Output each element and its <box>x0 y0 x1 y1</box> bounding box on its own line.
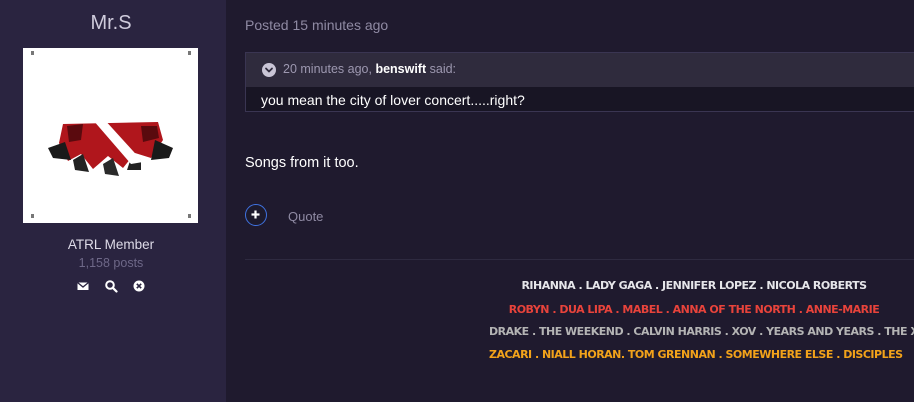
author-panel: Mr.S ATRL Member 1,158 posts <box>0 0 226 402</box>
plus-icon <box>251 210 260 219</box>
chevron-down-icon[interactable] <box>262 63 276 77</box>
quote-button[interactable]: Quote <box>288 209 323 224</box>
quote-block: 20 minutes ago, benswift said: you mean … <box>245 52 914 112</box>
post-count: 1,158 posts <box>78 256 144 270</box>
signature-line-2: ROBYN . DUA LIPA . MABEL . ANNA OF THE N… <box>508 303 880 316</box>
multiquote-button[interactable] <box>245 204 267 226</box>
author-actions <box>74 279 148 293</box>
author-name[interactable]: Mr.S <box>0 12 222 35</box>
quote-author[interactable]: benswift <box>375 62 426 76</box>
member-title: ATRL Member <box>67 237 155 252</box>
quote-said: said: <box>429 62 457 76</box>
signature-line-1: RIHANNA . LADY GAGA . JENNIFER LOPEZ . N… <box>521 279 867 292</box>
quote-time[interactable]: 20 minutes ago, <box>283 62 372 76</box>
signature-line-3: DRAKE . THE WEEKEND . CALVIN HARRIS . XO… <box>489 325 914 338</box>
avatar[interactable] <box>23 48 198 223</box>
quote-header: 20 minutes ago, benswift said: <box>246 53 914 87</box>
signature-line-4: ZACARI . NIALL HORAN. TOM GRENNAN . SOME… <box>489 348 903 361</box>
post-body: Songs from it too. <box>245 155 359 171</box>
quote-citation: 20 minutes ago, benswift said: <box>283 62 456 76</box>
close-circle-icon[interactable] <box>132 279 146 293</box>
quote-text: you mean the city of lover concert.....r… <box>261 92 525 108</box>
envelope-icon[interactable] <box>76 279 90 293</box>
avatar-image <box>23 48 198 223</box>
signature-divider <box>245 259 914 260</box>
search-icon[interactable] <box>104 279 118 293</box>
post-timestamp[interactable]: Posted 15 minutes ago <box>245 17 388 33</box>
post-content: Posted 15 minutes ago 20 minutes ago, be… <box>226 0 914 402</box>
